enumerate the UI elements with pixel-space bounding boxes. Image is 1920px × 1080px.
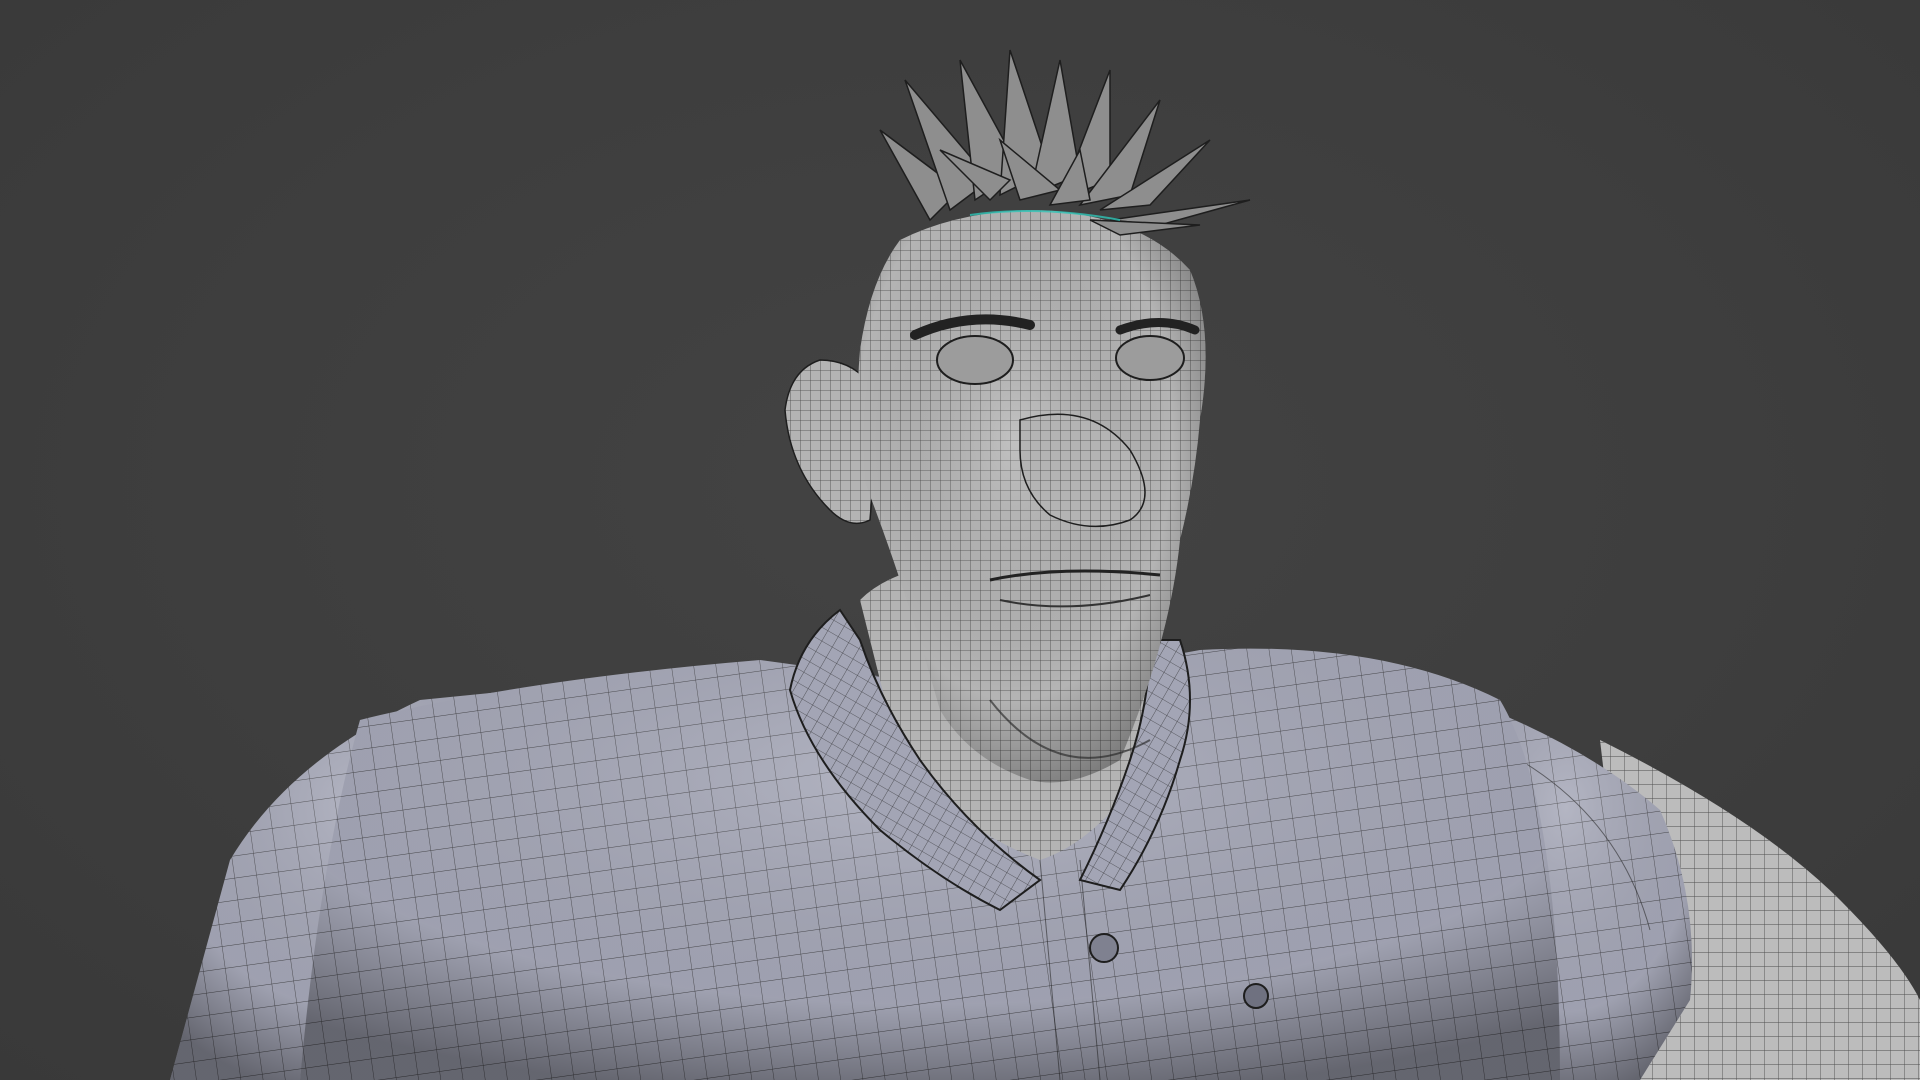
left-eye <box>936 335 1014 385</box>
character-wireframe-mesh[interactable] <box>0 0 1920 1080</box>
spiky-hair <box>879 49 1251 236</box>
shirt-button-lower <box>1243 983 1269 1009</box>
shirt-button-upper <box>1089 933 1119 963</box>
right-eye <box>1115 335 1185 381</box>
3d-viewport[interactable] <box>0 0 1920 1080</box>
